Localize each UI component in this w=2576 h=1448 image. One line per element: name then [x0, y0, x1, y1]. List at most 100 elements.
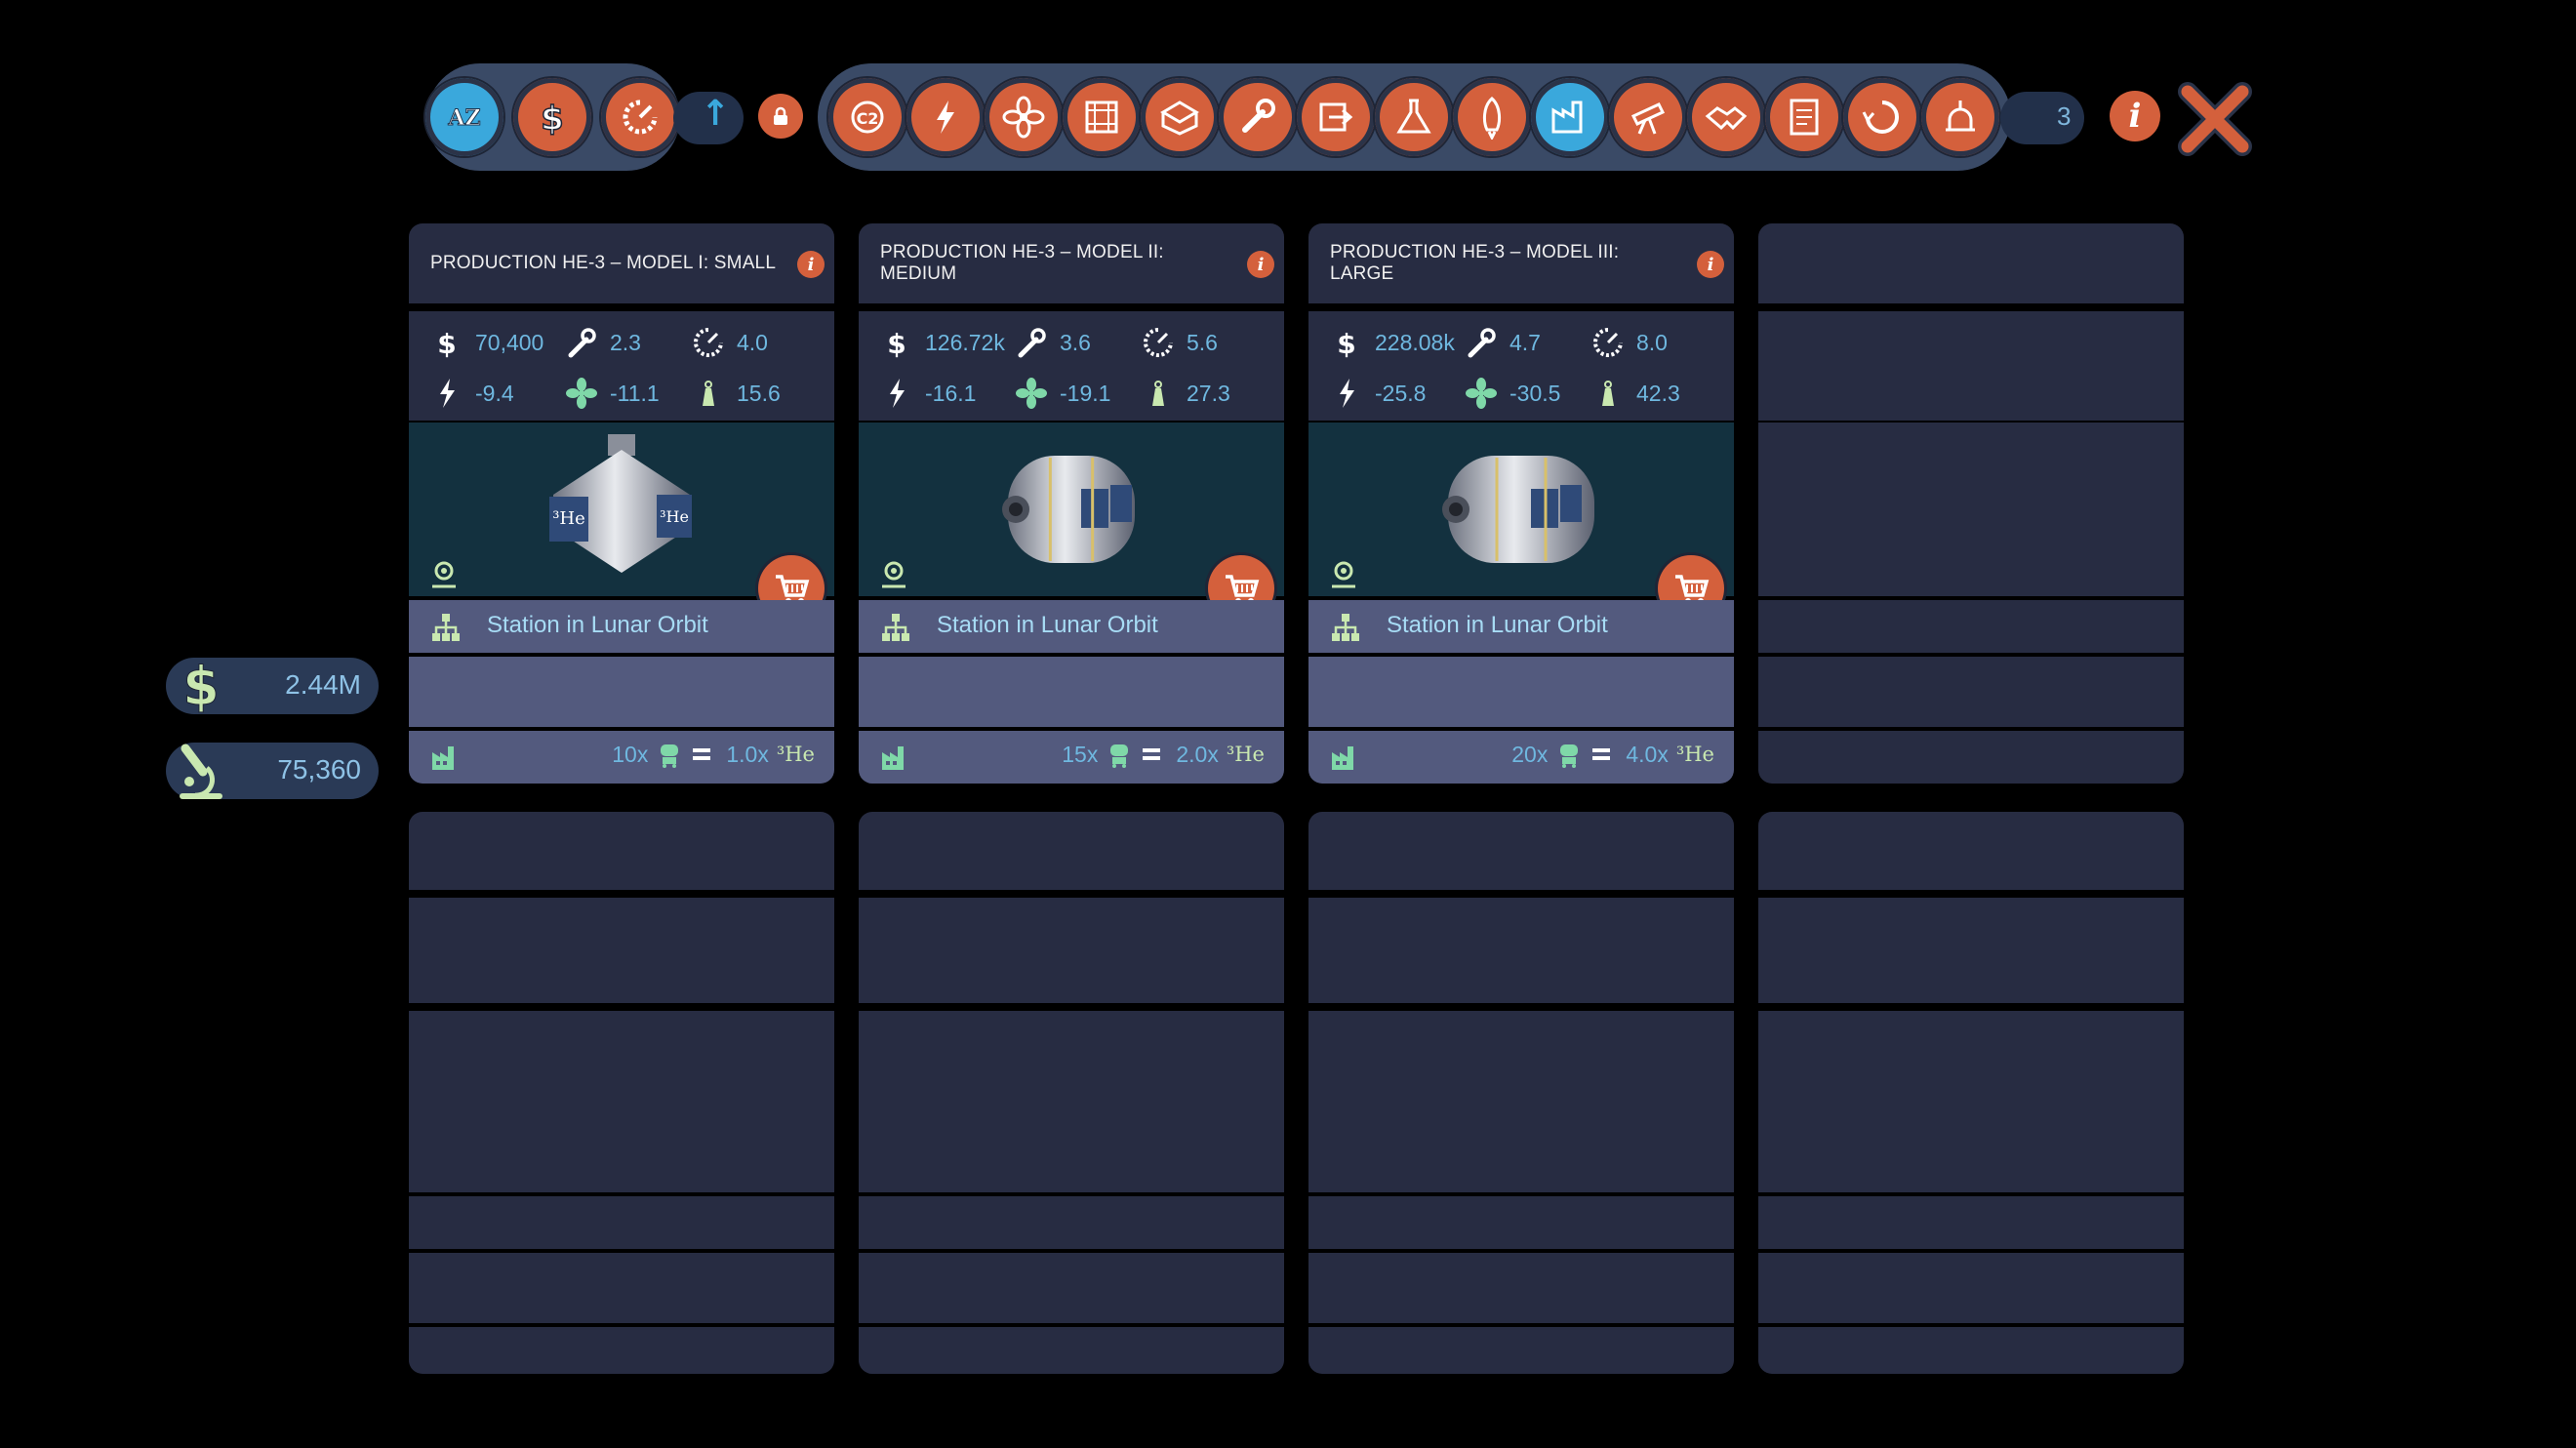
dollar-icon: $ [540, 99, 564, 140]
category-crew-button[interactable]: C2 [828, 78, 906, 156]
empty-segment [859, 898, 1284, 1003]
svg-text:³He: ³He [552, 508, 585, 529]
hierarchy-icon [1332, 614, 1359, 641]
stat-cooling: -11.1 [565, 374, 660, 413]
category-structure-button[interactable] [1063, 78, 1141, 156]
money-value: 2.44M [285, 669, 361, 700]
empty-segment [859, 1253, 1284, 1323]
location-pin-icon [432, 561, 456, 588]
stat-maintenance-value: 4.7 [1509, 329, 1541, 355]
stat-cost-value: 70,400 [475, 329, 544, 355]
category-power-button[interactable] [906, 78, 985, 156]
stat-maintenance-value: 3.6 [1060, 329, 1091, 355]
empty-segment [1758, 731, 2184, 784]
stat-maintenance: 2.3 [565, 323, 641, 362]
worker-robot-icon [1110, 744, 1129, 768]
stat-cost: $228.08k [1330, 323, 1455, 362]
output-rate: 4.0x [1626, 741, 1669, 767]
category-cooling-fan-button[interactable] [985, 78, 1063, 156]
sort-ascending-arrow-icon[interactable]: ↑ [701, 94, 730, 134]
category-observatory-button[interactable] [1921, 78, 1999, 156]
card-stats: $228.08k 4.7 8.0 -25.8 -30.5 42.3 [1308, 311, 1734, 421]
stat-research: 8.0 [1591, 323, 1668, 362]
close-button[interactable] [2178, 82, 2252, 156]
empty-segment [1758, 422, 2184, 596]
stat-research-value: 8.0 [1636, 329, 1668, 355]
stat-research: 5.6 [1142, 323, 1218, 362]
module-image [1442, 456, 1594, 563]
module-image: ³He ³He [549, 434, 692, 573]
empty-segment [1308, 1253, 1734, 1323]
stat-mass-value: 27.3 [1187, 380, 1230, 406]
stat-mass: 42.3 [1591, 374, 1680, 413]
category-factory-button[interactable] [1531, 78, 1609, 156]
card-info-button[interactable]: i [1247, 251, 1274, 278]
card-spacer [859, 657, 1284, 727]
location-pin-icon [882, 561, 906, 588]
empty-segment [409, 1253, 834, 1323]
stat-cooling-value: -19.1 [1060, 380, 1111, 406]
card-production-row: 15x 2.0x ³He [859, 731, 1284, 784]
research-dial-icon [623, 100, 658, 135]
sort-az-button[interactable]: AZ [425, 78, 503, 156]
stat-mass-value: 42.3 [1636, 380, 1680, 406]
category-docking-button[interactable] [1297, 78, 1375, 156]
result-count-track [2000, 92, 2084, 144]
stat-power: -25.8 [1330, 374, 1426, 413]
empty-segment [1758, 1253, 2184, 1323]
dollar-icon: $ [1337, 328, 1355, 359]
empty-segment [1758, 1327, 2184, 1374]
card-location: Station in Lunar Orbit [937, 612, 1158, 638]
card-info-button[interactable]: i [797, 251, 825, 278]
category-telescope-button[interactable] [1609, 78, 1687, 156]
stat-research: 4.0 [692, 323, 768, 362]
category-rocket-button[interactable] [1453, 78, 1531, 156]
empty-segment [1758, 311, 2184, 421]
stat-research-value: 5.6 [1187, 329, 1218, 355]
storage-icon [1160, 101, 1199, 136]
factory-icon [1551, 101, 1583, 134]
handshake-icon [1705, 106, 1748, 131]
sort-research-button[interactable] [601, 78, 679, 156]
stat-research-value: 4.0 [737, 329, 768, 355]
empty-segment [859, 1196, 1284, 1249]
stat-cost-value: 228.08k [1375, 329, 1455, 355]
weight-icon [1602, 381, 1614, 406]
svg-text:$: $ [437, 328, 456, 359]
close-icon [2178, 82, 2252, 156]
empty-segment [859, 812, 1284, 890]
lock-button[interactable] [758, 94, 803, 139]
card-production-row: 20x 4.0x ³He [1308, 731, 1734, 784]
stat-power-value: -16.1 [925, 380, 977, 406]
sort-cost-button[interactable]: $ [513, 78, 591, 156]
factory-icon [432, 746, 454, 770]
svg-text:$: $ [887, 328, 906, 359]
result-count: 3 [2057, 101, 2072, 131]
stat-maintenance: 3.6 [1015, 323, 1091, 362]
stat-power: -16.1 [880, 374, 976, 413]
factory-icon [882, 746, 904, 770]
research-dial-icon [1144, 328, 1173, 357]
category-storage-button[interactable] [1141, 78, 1219, 156]
category-maintenance-button[interactable] [1219, 78, 1297, 156]
category-handshake-button[interactable] [1687, 78, 1765, 156]
category-lab-button[interactable] [1375, 78, 1453, 156]
research-dial-icon [1593, 328, 1623, 357]
cooling-fan-icon [1016, 378, 1047, 409]
card-title: PRODUCTION HE-3 – MODEL II: MEDIUM [880, 242, 1164, 284]
card-info-button[interactable]: i [1697, 251, 1724, 278]
stat-cooling: -30.5 [1465, 374, 1560, 413]
info-button[interactable]: i [2110, 91, 2160, 141]
empty-segment [1308, 1196, 1734, 1249]
power-icon [440, 379, 455, 408]
empty-segment [1758, 1196, 2184, 1249]
wrench-icon [568, 328, 596, 358]
worker-robot-icon [1560, 744, 1579, 768]
category-document-button[interactable] [1765, 78, 1843, 156]
structure-icon [1085, 101, 1118, 134]
empty-segment [1758, 898, 2184, 1003]
factory-icon [1332, 746, 1353, 770]
stat-cooling-value: -11.1 [610, 380, 660, 406]
cooling-fan-icon [566, 378, 597, 409]
category-recycle-button[interactable] [1843, 78, 1921, 156]
